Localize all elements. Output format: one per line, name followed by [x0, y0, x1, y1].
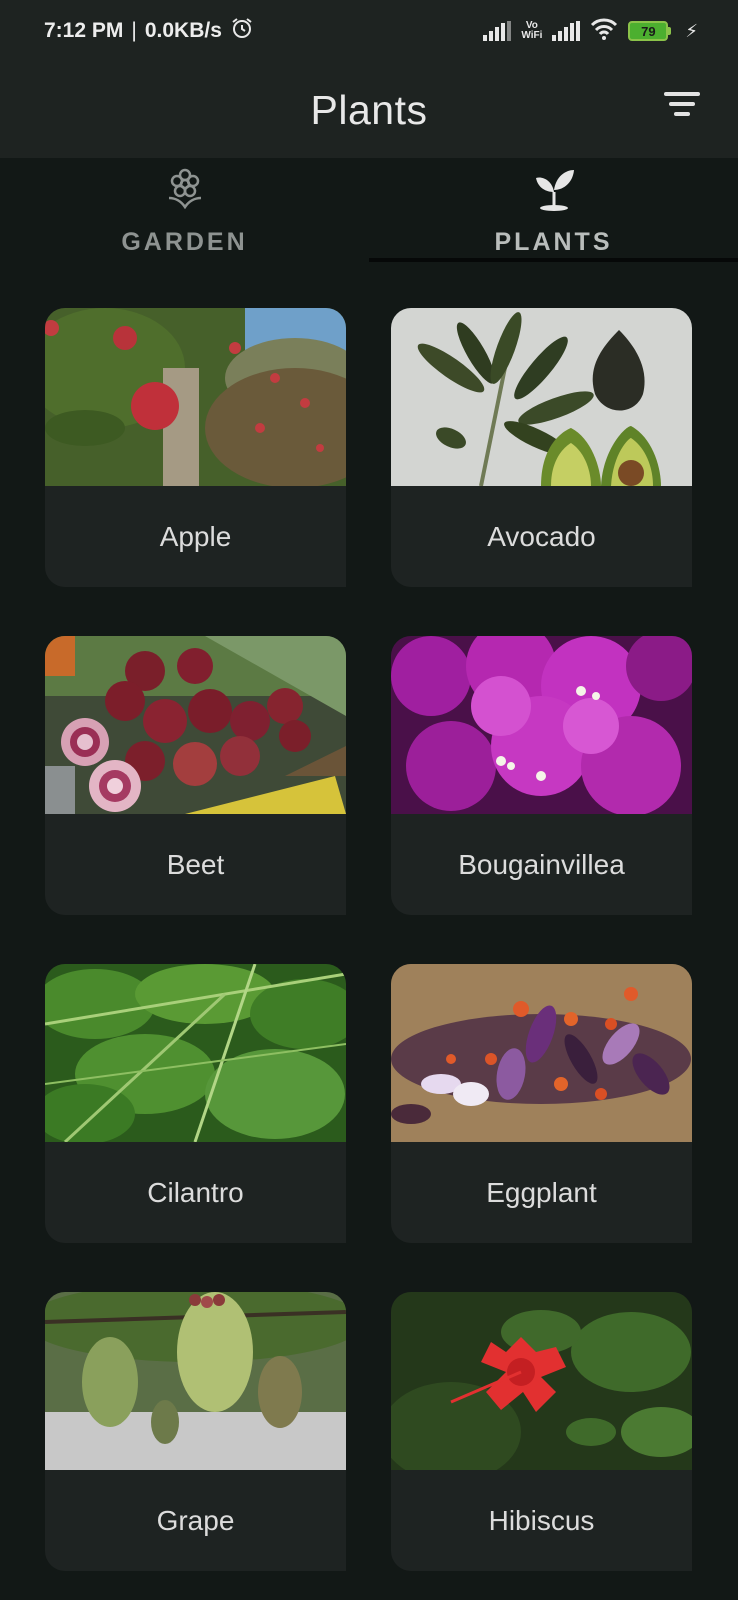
plant-name: Apple	[159, 520, 232, 552]
plant-card-hibiscus[interactable]: Hibiscus	[391, 1292, 692, 1571]
filter-list-icon[interactable]	[664, 92, 700, 122]
tab-garden[interactable]: GARDEN	[0, 158, 369, 264]
plant-image-grape	[45, 1292, 346, 1470]
charging-icon: ⚡	[685, 20, 698, 41]
flower-icon	[168, 168, 201, 210]
plant-card-beet[interactable]: Beet	[45, 636, 346, 915]
status-bar: 7:12 PM | 0.0KB/s Vo WiFi 79 ⚡	[0, 0, 738, 62]
plant-image-bougainvillea	[391, 636, 692, 814]
status-right: Vo WiFi 79 ⚡	[483, 18, 698, 45]
status-left: 7:12 PM | 0.0KB/s	[44, 16, 254, 46]
signal-icon	[483, 21, 512, 41]
plant-image-beet	[45, 636, 346, 814]
plant-card-eggplant[interactable]: Eggplant	[391, 964, 692, 1243]
tab-plants-label: PLANTS	[494, 228, 613, 256]
plant-name: Eggplant	[486, 1176, 597, 1208]
signal-icon	[552, 21, 581, 41]
network-speed: 0.0KB/s	[144, 19, 222, 42]
status-separator: |	[131, 19, 137, 42]
plant-card-bougainvillea[interactable]: Bougainvillea	[391, 636, 692, 915]
plant-card-apple[interactable]: Apple	[45, 308, 346, 587]
app-bar: Plants	[0, 62, 738, 158]
tab-plants[interactable]: PLANTS	[369, 158, 738, 264]
plant-name: Beet	[166, 848, 225, 880]
page-title: Plants	[310, 86, 428, 133]
volte-wifi-icon: Vo WiFi	[521, 20, 543, 41]
battery-level: 79	[628, 21, 669, 41]
tab-bar: GARDEN PLANTS	[0, 158, 738, 264]
status-time: 7:12 PM	[44, 19, 124, 42]
plant-name: Grape	[156, 1504, 235, 1536]
alarm-icon	[230, 16, 254, 46]
plant-name: Bougainvillea	[458, 848, 625, 880]
plant-image-hibiscus	[391, 1292, 692, 1470]
plant-card-grape[interactable]: Grape	[45, 1292, 346, 1571]
plant-card-avocado[interactable]: Avocado	[391, 308, 692, 587]
plant-name: Cilantro	[147, 1176, 244, 1208]
plant-card-cilantro[interactable]: Cilantro	[45, 964, 346, 1243]
tab-garden-label: GARDEN	[121, 228, 248, 256]
battery-icon: 79	[628, 21, 672, 41]
plant-image-cilantro	[45, 964, 346, 1142]
plant-name: Hibiscus	[488, 1504, 595, 1536]
wifi-icon	[590, 18, 618, 45]
plant-image-eggplant	[391, 964, 692, 1142]
plant-image-apple	[45, 308, 346, 486]
sprout-icon	[535, 170, 574, 211]
plant-name: Avocado	[487, 520, 596, 552]
plant-image-avocado	[391, 308, 692, 486]
